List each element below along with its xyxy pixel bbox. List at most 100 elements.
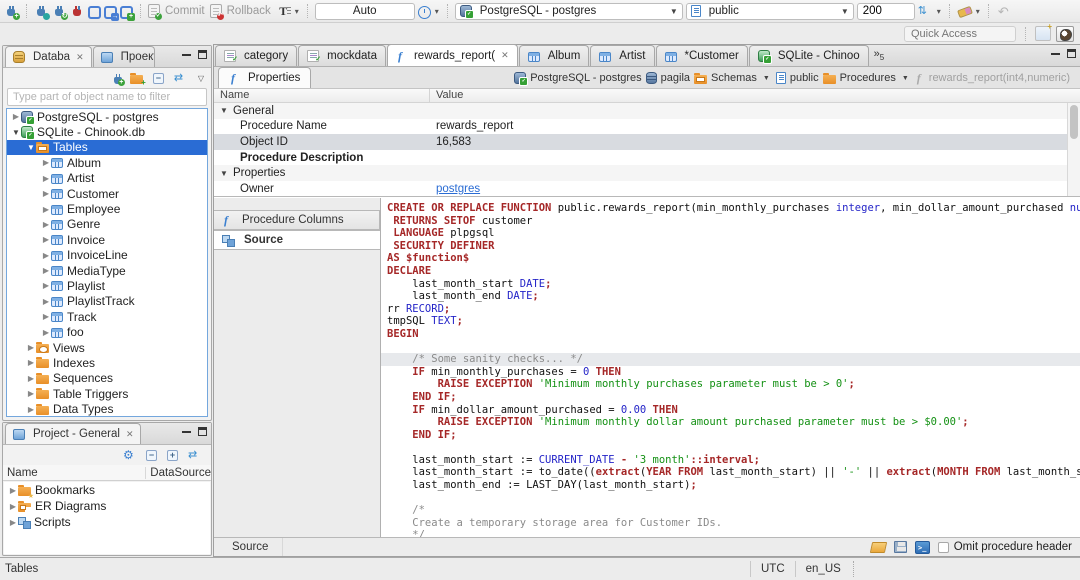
fetch-size-input[interactable]: [856, 2, 915, 20]
rollback-icon[interactable]: ↶: [209, 4, 224, 20]
chevron-right-icon[interactable]: ▶: [41, 328, 51, 337]
maximize-icon[interactable]: [198, 427, 207, 436]
side-tab-source[interactable]: Source: [214, 230, 380, 250]
project-item-bookmarks[interactable]: ▶ Bookmarks: [4, 482, 210, 500]
tree-item-views[interactable]: ▶ Views: [7, 340, 207, 355]
new-connection-icon[interactable]: +: [111, 72, 125, 86]
status-timezone[interactable]: UTC: [750, 561, 795, 577]
minimize-icon[interactable]: [182, 53, 191, 56]
new-folder-icon[interactable]: [129, 72, 146, 87]
source-code-editor[interactable]: CREATE OR REPLACE FUNCTION public.reward…: [381, 198, 1080, 537]
grid-row-procedure-name[interactable]: Procedure Name rewards_report: [214, 119, 1080, 135]
reconnect-icon[interactable]: ↻: [52, 4, 68, 20]
tab-database-navigator[interactable]: Databa ✕: [5, 46, 92, 67]
chevron-down-icon[interactable]: ▼: [220, 169, 230, 178]
dbeaver-perspective-icon[interactable]: [1056, 25, 1074, 42]
breadcrumb-item-postgresql-postgres[interactable]: PostgreSQL - postgres: [514, 72, 642, 86]
chevron-right-icon[interactable]: ▶: [41, 251, 51, 260]
chevron-right-icon[interactable]: ▶: [41, 266, 51, 275]
close-icon[interactable]: ✕: [126, 429, 134, 440]
tree-item-artist[interactable]: ▶ Artist: [7, 171, 207, 186]
grid-row-procedure-description[interactable]: Procedure Description: [214, 150, 1080, 166]
refresh-dropdown-caret[interactable]: ▾: [937, 7, 941, 16]
minimize-icon[interactable]: [182, 430, 191, 433]
chevron-right-icon[interactable]: ▶: [8, 486, 18, 495]
tree-item-customer[interactable]: ▶ Customer: [7, 186, 207, 201]
refresh-icon[interactable]: ⇅: [918, 4, 933, 19]
chevron-right-icon[interactable]: ▶: [8, 502, 18, 511]
tab-projects[interactable]: Проект: [92, 46, 155, 67]
chevron-down-icon[interactable]: ▼: [11, 128, 21, 137]
column-header-datasource[interactable]: DataSource: [146, 467, 211, 479]
chevron-right-icon[interactable]: ▶: [26, 358, 36, 367]
breadcrumb-item-schemas[interactable]: Schemas: [694, 72, 757, 84]
tree-item-tables[interactable]: ▼ Tables: [7, 139, 207, 156]
minimize-icon[interactable]: [1051, 52, 1060, 55]
connect-icon[interactable]: [34, 4, 50, 20]
history-dropdown-caret[interactable]: ▾: [435, 7, 439, 16]
tab-source-bottom[interactable]: Source: [214, 538, 284, 556]
breadcrumb-item-procedures[interactable]: Procedures: [822, 72, 896, 84]
tree-item-track[interactable]: ▶ Track: [7, 309, 207, 324]
status-locale[interactable]: en_US: [794, 561, 851, 577]
gear-icon[interactable]: ⚙: [123, 449, 136, 462]
side-tab-procedure-columns[interactable]: Procedure Columns: [214, 210, 380, 230]
tree-item-invoice[interactable]: ▶ Invoice: [7, 232, 207, 247]
chevron-right-icon[interactable]: ▶: [11, 112, 21, 121]
tab-properties[interactable]: Properties: [218, 67, 312, 88]
chevron-right-icon[interactable]: ▶: [26, 343, 36, 352]
chevron-right-icon[interactable]: ▶: [26, 374, 36, 383]
grid-row-owner[interactable]: Owner postgres: [214, 181, 1080, 196]
load-from-file-icon[interactable]: [869, 541, 887, 553]
editor-tab--customer[interactable]: *Customer: [655, 45, 748, 66]
chevron-down-icon[interactable]: ▼: [26, 143, 36, 152]
chevron-down-icon[interactable]: ▼: [220, 106, 230, 115]
tree-item-foo[interactable]: ▶ foo: [7, 324, 207, 339]
tree-item-indexes[interactable]: ▶ Indexes: [7, 355, 207, 370]
chevron-right-icon[interactable]: ▶: [26, 389, 36, 398]
collapse-all-icon[interactable]: −: [146, 449, 157, 461]
tree-item-sequences[interactable]: ▶ Sequences: [7, 371, 207, 386]
chevron-down-icon[interactable]: ▼: [902, 75, 909, 82]
collapse-all-icon[interactable]: −: [152, 72, 164, 84]
project-item-scripts[interactable]: ▶ Scripts: [4, 514, 210, 530]
tree-item-playlist[interactable]: ▶ Playlist: [7, 278, 207, 293]
rollback-button[interactable]: Rollback: [227, 5, 271, 17]
save-to-file-icon[interactable]: [893, 541, 907, 553]
grid-row-object-id[interactable]: Object ID 16,583: [214, 134, 1080, 150]
new-sql-editor-icon[interactable]: +: [120, 5, 135, 21]
database-selector-combo[interactable]: PostgreSQL - postgres ▼: [454, 2, 683, 20]
disconnect-icon[interactable]: [70, 4, 85, 19]
editor-tab-artist[interactable]: Artist: [590, 45, 655, 66]
grid-column-value[interactable]: Value: [430, 89, 469, 102]
chevron-right-icon[interactable]: ▶: [41, 297, 51, 306]
open-perspective-icon[interactable]: [1035, 23, 1052, 41]
chevron-right-icon[interactable]: ▶: [26, 405, 36, 414]
tab-project-general[interactable]: Project - General ✕: [5, 423, 142, 444]
tree-item-data-types[interactable]: ▶ Data Types: [7, 401, 207, 416]
grid-row-general[interactable]: ▼ General: [214, 103, 1080, 119]
chevron-right-icon[interactable]: ▶: [41, 312, 51, 321]
eraser-dropdown-caret[interactable]: ▾: [976, 7, 980, 16]
editor-tab-sqlite-chinoo[interactable]: SQLite - Chinoo: [748, 45, 869, 66]
transaction-log-icon[interactable]: T: [276, 4, 291, 19]
quick-access-input[interactable]: [904, 25, 1016, 42]
chevron-right-icon[interactable]: ▶: [41, 220, 51, 229]
chevron-right-icon[interactable]: ▶: [41, 281, 51, 290]
editor-tab-album[interactable]: Album: [518, 45, 590, 66]
owner-link[interactable]: postgres: [436, 183, 480, 195]
chevron-right-icon[interactable]: ▶: [41, 158, 51, 167]
tree-item-genre[interactable]: ▶ Genre: [7, 217, 207, 232]
editor-tab-category[interactable]: category: [215, 45, 298, 66]
chevron-right-icon[interactable]: ▶: [41, 205, 51, 214]
checkbox-icon[interactable]: [937, 541, 949, 553]
chevron-down-icon[interactable]: ▼: [763, 75, 770, 82]
breadcrumb-item-pagila[interactable]: pagila: [645, 72, 690, 84]
eraser-icon[interactable]: [957, 4, 972, 19]
tree-item-invoiceline[interactable]: ▶ InvoiceLine: [7, 248, 207, 263]
open-sql-script-icon[interactable]: →: [104, 5, 119, 21]
close-icon[interactable]: ✕: [501, 50, 509, 61]
tree-item-playlisttrack[interactable]: ▶ PlaylistTrack: [7, 294, 207, 309]
chevron-right-icon[interactable]: ▶: [8, 518, 18, 527]
link-with-editor-icon[interactable]: ⇄: [188, 449, 201, 461]
